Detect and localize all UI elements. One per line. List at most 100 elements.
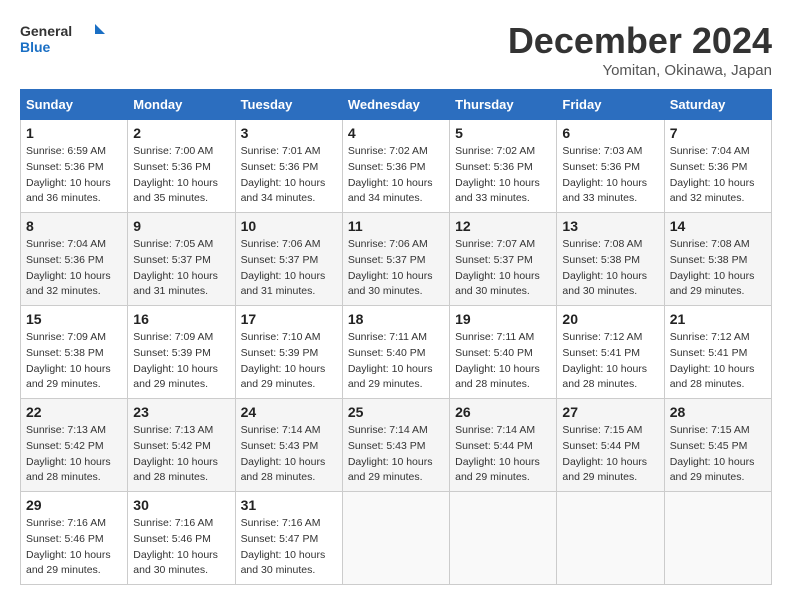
day-number: 9 (133, 218, 229, 234)
day-info: Sunrise: 7:15 AMSunset: 5:45 PMDaylight:… (670, 423, 766, 486)
calendar-cell (342, 492, 449, 585)
day-info: Sunrise: 7:14 AMSunset: 5:44 PMDaylight:… (455, 423, 551, 486)
day-info: Sunrise: 7:02 AMSunset: 5:36 PMDaylight:… (348, 144, 444, 207)
calendar-cell: 14Sunrise: 7:08 AMSunset: 5:38 PMDayligh… (664, 213, 771, 306)
day-info: Sunrise: 7:08 AMSunset: 5:38 PMDaylight:… (562, 237, 658, 300)
day-info: Sunrise: 7:16 AMSunset: 5:47 PMDaylight:… (241, 516, 337, 579)
calendar-cell (664, 492, 771, 585)
day-number: 4 (348, 125, 444, 141)
day-info: Sunrise: 7:09 AMSunset: 5:39 PMDaylight:… (133, 330, 229, 393)
day-number: 10 (241, 218, 337, 234)
day-info: Sunrise: 7:11 AMSunset: 5:40 PMDaylight:… (348, 330, 444, 393)
calendar-cell: 27 Sunrise: 7:15 AMSunset: 5:44 PMDayligh… (557, 399, 664, 492)
calendar-cell: 20Sunrise: 7:12 AMSunset: 5:41 PMDayligh… (557, 306, 664, 399)
header-thursday: Thursday (450, 90, 557, 120)
calendar-cell: 24 Sunrise: 7:14 AMSunset: 5:43 PMDayligh… (235, 399, 342, 492)
day-number: 5 (455, 125, 551, 141)
calendar-cell: 8 Sunrise: 7:04 AMSunset: 5:36 PMDaylight… (21, 213, 128, 306)
day-number: 29 (26, 497, 122, 513)
day-number: 13 (562, 218, 658, 234)
day-number: 17 (241, 311, 337, 327)
day-info: Sunrise: 7:09 AMSunset: 5:38 PMDaylight:… (26, 330, 122, 393)
svg-text:Blue: Blue (20, 39, 51, 55)
day-info: Sunrise: 7:11 AMSunset: 5:40 PMDaylight:… (455, 330, 551, 393)
calendar-cell: 2 Sunrise: 7:00 AMSunset: 5:36 PMDaylight… (128, 120, 235, 213)
calendar-cell: 23 Sunrise: 7:13 AMSunset: 5:42 PMDayligh… (128, 399, 235, 492)
day-info: Sunrise: 7:14 AMSunset: 5:43 PMDaylight:… (348, 423, 444, 486)
logo: General Blue (20, 20, 110, 60)
calendar-header-row: SundayMondayTuesdayWednesdayThursdayFrid… (21, 90, 772, 120)
header-sunday: Sunday (21, 90, 128, 120)
day-number: 11 (348, 218, 444, 234)
day-info: Sunrise: 7:06 AMSunset: 5:37 PMDaylight:… (241, 237, 337, 300)
day-info: Sunrise: 7:05 AMSunset: 5:37 PMDaylight:… (133, 237, 229, 300)
day-number: 27 (562, 404, 658, 420)
calendar-cell: 26 Sunrise: 7:14 AMSunset: 5:44 PMDayligh… (450, 399, 557, 492)
day-info: Sunrise: 7:14 AMSunset: 5:43 PMDaylight:… (241, 423, 337, 486)
header-friday: Friday (557, 90, 664, 120)
day-info: Sunrise: 7:00 AMSunset: 5:36 PMDaylight:… (133, 144, 229, 207)
calendar-cell: 19 Sunrise: 7:11 AMSunset: 5:40 PMDayligh… (450, 306, 557, 399)
day-number: 12 (455, 218, 551, 234)
calendar-cell: 15 Sunrise: 7:09 AMSunset: 5:38 PMDayligh… (21, 306, 128, 399)
calendar-cell: 10 Sunrise: 7:06 AMSunset: 5:37 PMDayligh… (235, 213, 342, 306)
calendar-cell: 29 Sunrise: 7:16 AMSunset: 5:46 PMDayligh… (21, 492, 128, 585)
calendar-cell: 22Sunrise: 7:13 AMSunset: 5:42 PMDayligh… (21, 399, 128, 492)
day-number: 8 (26, 218, 122, 234)
calendar-cell: 3Sunrise: 7:01 AMSunset: 5:36 PMDaylight… (235, 120, 342, 213)
calendar-week-5: 29 Sunrise: 7:16 AMSunset: 5:46 PMDayligh… (21, 492, 772, 585)
calendar-week-4: 22 Sunrise: 7:13 AMSunset: 5:42 PMDayligh… (21, 399, 772, 492)
day-info: Sunrise: 7:04 AMSunset: 5:36 PMDaylight:… (26, 237, 122, 300)
day-number: 26 (455, 404, 551, 420)
calendar-cell: 12 Sunrise: 7:07 AMSunset: 5:37 PMDayligh… (450, 213, 557, 306)
day-info: Sunrise: 7:16 AMSunset: 5:46 PMDaylight:… (133, 516, 229, 579)
calendar-cell: 17 Sunrise: 7:10 AMSunset: 5:39 PMDayligh… (235, 306, 342, 399)
title-block: December 2024 Yomitan, Okinawa, Japan (508, 20, 772, 79)
day-number: 19 (455, 311, 551, 327)
page-header: General Blue December 2024 Yomitan, Okin… (20, 20, 772, 79)
day-number: 2 (133, 125, 229, 141)
header-wednesday: Wednesday (342, 90, 449, 120)
calendar-subtitle: Yomitan, Okinawa, Japan (508, 62, 772, 79)
calendar-cell: 16 Sunrise: 7:09 AMSunset: 5:39 PMDayligh… (128, 306, 235, 399)
day-number: 23 (133, 404, 229, 420)
calendar-cell: 30 Sunrise: 7:16 AMSunset: 5:46 PMDayligh… (128, 492, 235, 585)
header-tuesday: Tuesday (235, 90, 342, 120)
calendar-cell: 25Sunrise: 7:14 AMSunset: 5:43 PMDayligh… (342, 399, 449, 492)
calendar-cell (557, 492, 664, 585)
day-number: 14 (670, 218, 766, 234)
day-number: 16 (133, 311, 229, 327)
calendar-cell: 18Sunrise: 7:11 AMSunset: 5:40 PMDayligh… (342, 306, 449, 399)
day-info: Sunrise: 7:02 AMSunset: 5:36 PMDaylight:… (455, 144, 551, 207)
day-number: 31 (241, 497, 337, 513)
calendar-cell (450, 492, 557, 585)
day-info: Sunrise: 7:15 AMSunset: 5:44 PMDaylight:… (562, 423, 658, 486)
day-info: Sunrise: 7:13 AMSunset: 5:42 PMDaylight:… (133, 423, 229, 486)
day-number: 6 (562, 125, 658, 141)
day-number: 15 (26, 311, 122, 327)
calendar-cell: 6 Sunrise: 7:03 AMSunset: 5:36 PMDaylight… (557, 120, 664, 213)
day-number: 22 (26, 404, 122, 420)
svg-text:General: General (20, 23, 72, 39)
calendar-cell: 21 Sunrise: 7:12 AMSunset: 5:41 PMDayligh… (664, 306, 771, 399)
day-number: 20 (562, 311, 658, 327)
day-number: 21 (670, 311, 766, 327)
day-info: Sunrise: 7:03 AMSunset: 5:36 PMDaylight:… (562, 144, 658, 207)
day-number: 28 (670, 404, 766, 420)
day-info: Sunrise: 7:12 AMSunset: 5:41 PMDaylight:… (670, 330, 766, 393)
calendar-table: SundayMondayTuesdayWednesdayThursdayFrid… (20, 89, 772, 585)
day-info: Sunrise: 7:07 AMSunset: 5:37 PMDaylight:… (455, 237, 551, 300)
calendar-cell: 31 Sunrise: 7:16 AMSunset: 5:47 PMDayligh… (235, 492, 342, 585)
day-info: Sunrise: 7:16 AMSunset: 5:46 PMDaylight:… (26, 516, 122, 579)
calendar-week-2: 8 Sunrise: 7:04 AMSunset: 5:36 PMDaylight… (21, 213, 772, 306)
day-info: Sunrise: 7:06 AMSunset: 5:37 PMDaylight:… (348, 237, 444, 300)
day-number: 1 (26, 125, 122, 141)
calendar-cell: 28 Sunrise: 7:15 AMSunset: 5:45 PMDayligh… (664, 399, 771, 492)
day-number: 24 (241, 404, 337, 420)
day-number: 30 (133, 497, 229, 513)
day-info: Sunrise: 7:01 AMSunset: 5:36 PMDaylight:… (241, 144, 337, 207)
calendar-week-3: 15 Sunrise: 7:09 AMSunset: 5:38 PMDayligh… (21, 306, 772, 399)
logo-svg: General Blue (20, 20, 110, 60)
calendar-cell: 9 Sunrise: 7:05 AMSunset: 5:37 PMDaylight… (128, 213, 235, 306)
day-info: Sunrise: 7:10 AMSunset: 5:39 PMDaylight:… (241, 330, 337, 393)
